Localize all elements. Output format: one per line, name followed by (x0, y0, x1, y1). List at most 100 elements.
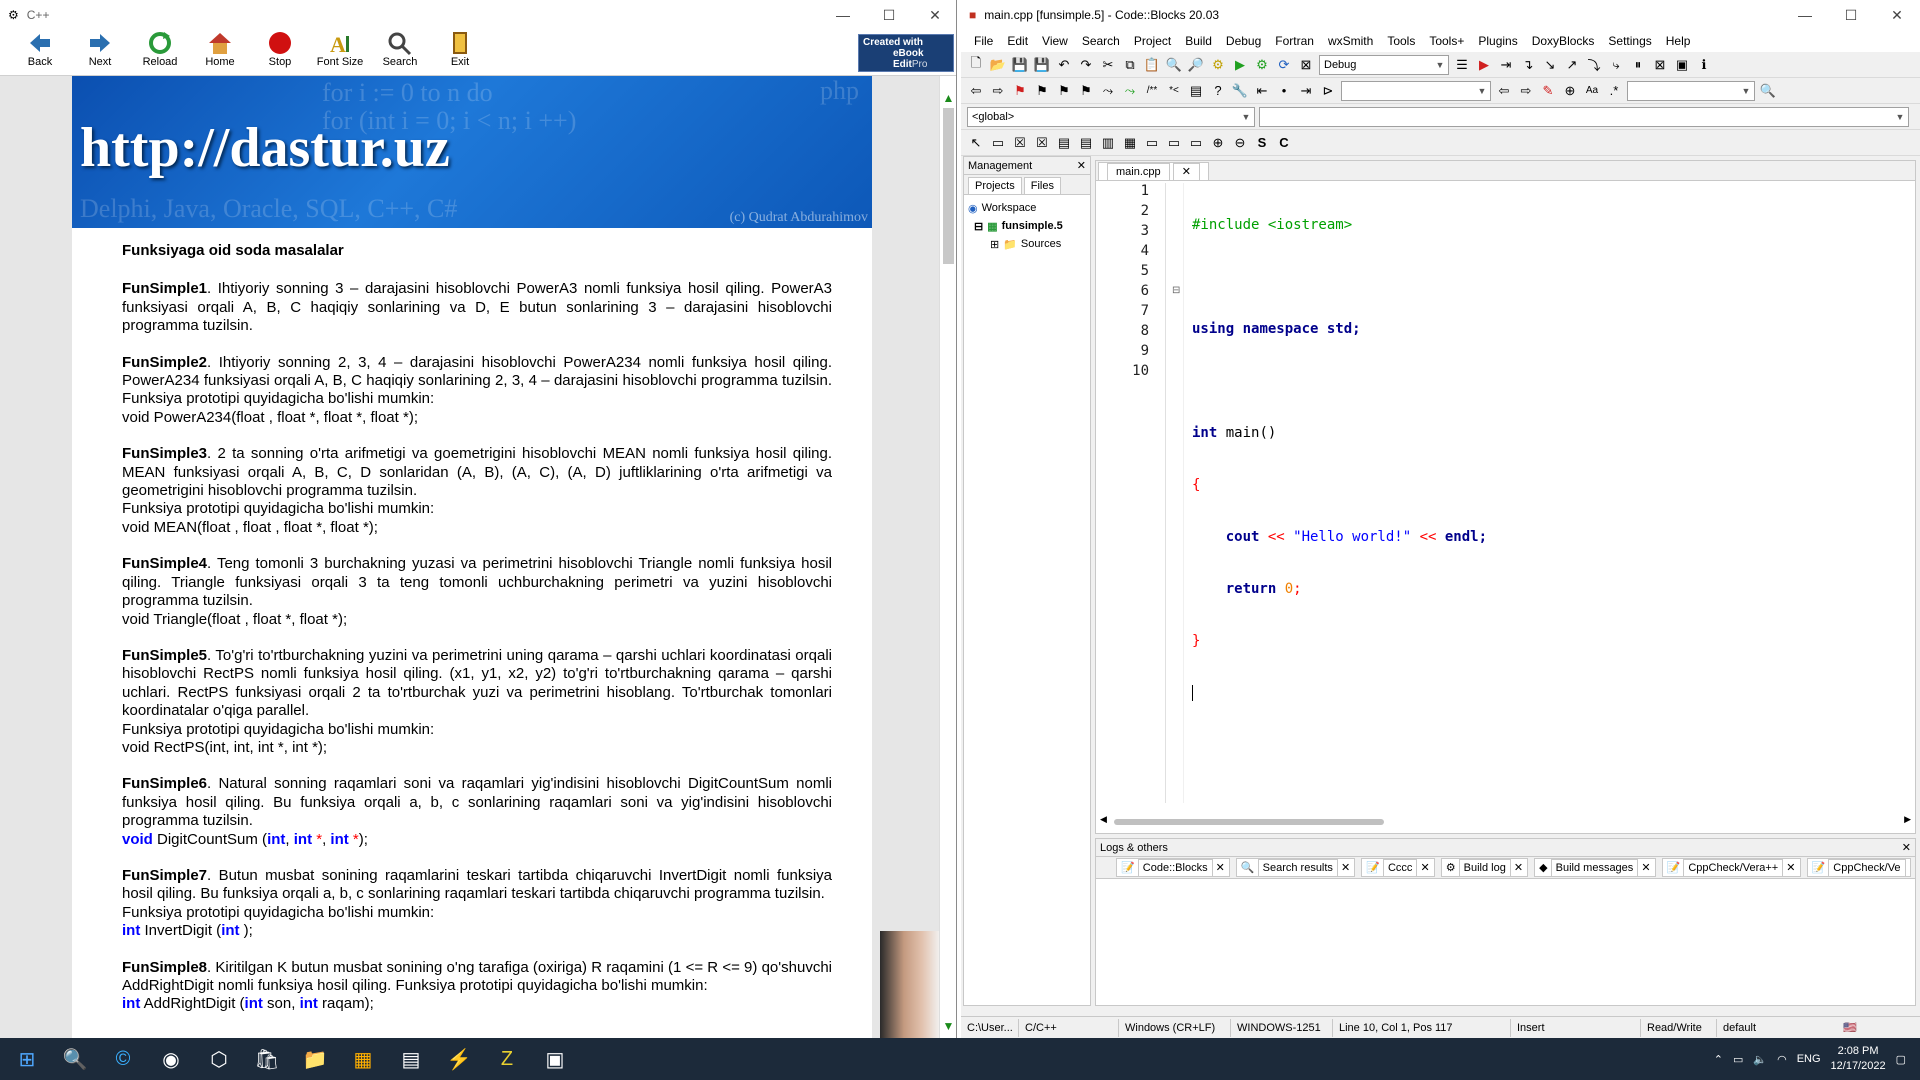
stop-debugger-icon[interactable]: ⊠ (1651, 56, 1669, 74)
rebuild-icon[interactable]: ⟳ (1275, 56, 1293, 74)
app-hex-icon[interactable]: ⬡ (198, 1038, 240, 1080)
menu-tools-plus[interactable]: Tools+ (1422, 34, 1471, 48)
c-tool-icon[interactable]: C (1275, 134, 1293, 152)
run-icon[interactable]: ▶ (1231, 56, 1249, 74)
zoom-in-icon[interactable]: ⊕ (1209, 134, 1227, 152)
maximize-icon[interactable]: ☐ (1828, 0, 1874, 30)
stop-button[interactable]: Stop (250, 30, 310, 68)
menu-build[interactable]: Build (1178, 34, 1219, 48)
next-instruction-icon[interactable]: ⤵ (1585, 56, 1603, 74)
log-tab-codeblocks[interactable]: 📝 Code::Blocks ✕ (1116, 858, 1230, 877)
clock[interactable]: 2:08 PM 12/17/2022 (1831, 1044, 1886, 1074)
log-tab-search-results[interactable]: 🔍 Search results ✕ (1235, 858, 1356, 877)
scroll-right-icon[interactable]: ▶ (1904, 814, 1911, 825)
code-text[interactable]: #include <iostream> using namespace std;… (1192, 183, 1487, 735)
wx-frame3-icon[interactable]: ▭ (1187, 134, 1205, 152)
menu-debug[interactable]: Debug (1219, 34, 1268, 48)
ebook-app-taskbar-icon[interactable]: ▤ (390, 1038, 432, 1080)
log-tab-cccc[interactable]: 📝 Cccc ✕ (1361, 858, 1435, 877)
scroll-down-icon[interactable]: ▼ (940, 1018, 956, 1034)
open-file-icon[interactable]: 📂 (989, 56, 1007, 74)
scope-select[interactable]: <global> ▼ (967, 106, 1255, 127)
nav-dot-icon[interactable]: • (1275, 82, 1293, 100)
pascal-abc-icon[interactable]: Z (486, 1038, 528, 1080)
menu-edit[interactable]: Edit (1000, 34, 1035, 48)
codeblocks-taskbar-icon[interactable]: ▦ (342, 1038, 384, 1080)
close-icon[interactable]: ✕ (1172, 163, 1200, 180)
bookmark-prev-icon[interactable]: ⚑ (1033, 82, 1051, 100)
search-icon[interactable]: 🔍 (54, 1038, 96, 1080)
forward-icon[interactable]: ⇨ (989, 82, 1007, 100)
doxy-extract-icon[interactable]: ? (1209, 82, 1227, 100)
tree-item-workspace[interactable]: ◉ Workspace (968, 199, 1086, 217)
zoom-out-icon[interactable]: ⊖ (1231, 134, 1249, 152)
nav-right-icon[interactable]: ⇥ (1297, 82, 1315, 100)
back-button[interactable]: Back (10, 30, 70, 68)
wx-layout3-icon[interactable]: ▥ (1099, 134, 1117, 152)
redo-icon[interactable]: ↷ (1077, 56, 1095, 74)
close-icon[interactable]: ✕ (912, 0, 956, 30)
replace-icon[interactable]: 🔎 (1187, 56, 1205, 74)
maximize-icon[interactable]: ☐ (866, 0, 912, 30)
regex-icon[interactable]: .* (1605, 82, 1623, 100)
bookmark-clear-icon[interactable]: ⚑ (1077, 82, 1095, 100)
wx-frame2-icon[interactable]: ▭ (1165, 134, 1183, 152)
show-select-target-icon[interactable]: ☰ (1453, 56, 1471, 74)
log-tab-cppcheck[interactable]: 📝 CppCheck/Vera++ ✕ (1661, 858, 1801, 877)
scroll-thumb[interactable] (1114, 819, 1384, 825)
tools-icon[interactable]: 🔧 (1231, 82, 1249, 100)
incremental-search-combo[interactable]: ▼ (1627, 80, 1755, 101)
comment-icon[interactable]: /** (1143, 82, 1161, 100)
build-target-select[interactable]: Debug ▼ (1319, 54, 1449, 75)
s-tool-icon[interactable]: S (1253, 134, 1271, 152)
next-button[interactable]: Next (70, 30, 130, 68)
function-select[interactable]: ▼ (1259, 106, 1909, 127)
font-size-button[interactable]: A Font Size (310, 30, 370, 68)
cut-icon[interactable]: ✂ (1099, 56, 1117, 74)
undo-icon[interactable]: ↶ (1055, 56, 1073, 74)
collapse-icon[interactable]: ⊟ (974, 220, 983, 233)
language-indicator[interactable]: ENG (1797, 1053, 1821, 1065)
tree-item-sources[interactable]: ⊞ 📁 Sources (968, 235, 1086, 253)
log-tab-build-messages[interactable]: ◆ Build messages ✕ (1534, 858, 1656, 877)
wx-check2-icon[interactable]: ☒ (1033, 134, 1051, 152)
notification-icon[interactable]: ▢ (1896, 1053, 1906, 1066)
back-icon[interactable]: ⇦ (967, 82, 985, 100)
menu-doxyblocks[interactable]: DoxyBlocks (1525, 34, 1602, 48)
wx-frame1-icon[interactable]: ▭ (1143, 134, 1161, 152)
fold-toggle-icon[interactable]: ⊟ (1172, 285, 1180, 296)
save-all-icon[interactable]: 💾 (1033, 56, 1051, 74)
menu-file[interactable]: File (967, 34, 1000, 48)
windows-start-icon[interactable]: ⊞ (6, 1038, 48, 1080)
next-occurrence-icon[interactable]: ⇨ (1517, 82, 1535, 100)
step-out-icon[interactable]: ↗ (1563, 56, 1581, 74)
tab-projects[interactable]: Projects (968, 177, 1022, 194)
jump-green-icon[interactable]: ⤳ (1121, 82, 1139, 100)
wx-panel-icon[interactable]: ▭ (989, 134, 1007, 152)
search-combo[interactable]: ▼ (1341, 80, 1491, 101)
menu-help[interactable]: Help (1659, 34, 1698, 48)
nav-left-icon[interactable]: ⇤ (1253, 82, 1271, 100)
scroll-thumb[interactable] (943, 108, 954, 264)
search-button[interactable]: Search (370, 30, 430, 68)
save-icon[interactable]: 💾 (1011, 56, 1029, 74)
menu-plugins[interactable]: Plugins (1471, 34, 1524, 48)
wifi-icon[interactable]: ◠ (1777, 1053, 1787, 1066)
ccleaner-icon[interactable]: © (102, 1038, 144, 1080)
build-icon[interactable]: ⚙ (1209, 56, 1227, 74)
copy-icon[interactable]: ⧉ (1121, 56, 1139, 74)
minimize-icon[interactable]: — (1782, 0, 1828, 30)
wx-check-icon[interactable]: ☒ (1011, 134, 1029, 152)
log-tab-build-log[interactable]: ⚙ Build log ✕ (1440, 858, 1529, 877)
menu-fortran[interactable]: Fortran (1268, 34, 1321, 48)
tray-chevron-icon[interactable]: ⌃ (1714, 1053, 1723, 1066)
close-icon[interactable]: ✕ (1874, 0, 1920, 30)
close-icon[interactable]: ✕ (1902, 841, 1911, 854)
menu-tools[interactable]: Tools (1380, 34, 1422, 48)
reload-button[interactable]: Reload (130, 30, 190, 68)
abort-icon[interactable]: ⊠ (1297, 56, 1315, 74)
doxy-wizard-icon[interactable]: ▤ (1187, 82, 1205, 100)
editor-horizontal-scrollbar[interactable]: ◀ ▶ (1100, 814, 1911, 827)
file-explorer-icon[interactable]: 📁 (294, 1038, 336, 1080)
uncomment-icon[interactable]: *< (1165, 82, 1183, 100)
